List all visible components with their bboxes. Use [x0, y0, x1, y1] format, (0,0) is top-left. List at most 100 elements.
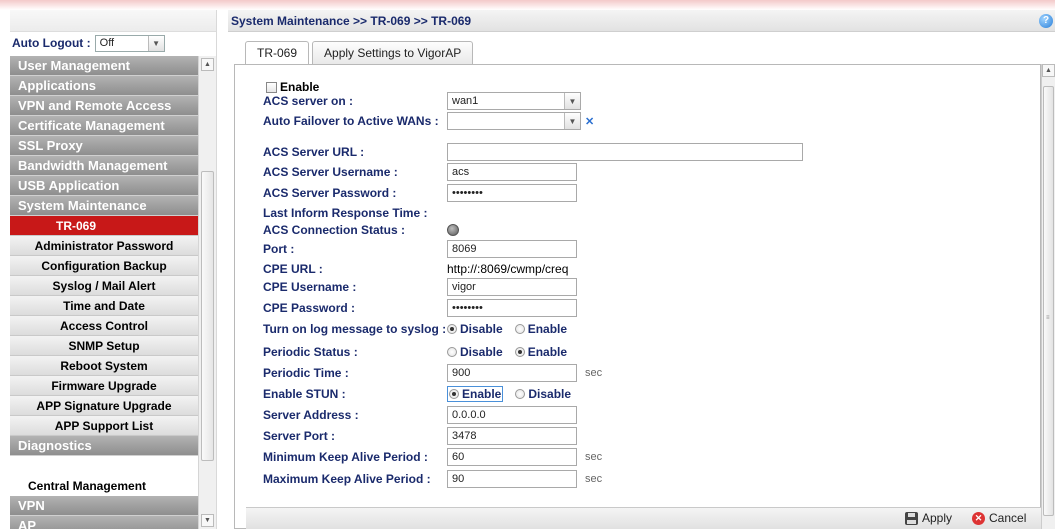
panel-scrollbar[interactable]: ▲ ≡ — [1041, 64, 1055, 529]
sidebar-item-diagnostics[interactable]: Diagnostics — [10, 436, 198, 456]
sidebar-item-applications[interactable]: Applications — [10, 76, 198, 96]
sidebar-item-vpn[interactable]: VPN — [10, 496, 198, 516]
max-keepalive-unit: sec — [585, 473, 603, 485]
row-port: Port : 8069 — [263, 240, 577, 258]
apply-label: Apply — [922, 511, 953, 525]
sidebar-item-ssl-proxy[interactable]: SSL Proxy — [10, 136, 198, 156]
sidebar-item-syslog-mail-alert[interactable]: Syslog / Mail Alert — [10, 276, 198, 296]
acs-username-input[interactable]: acs — [447, 163, 577, 181]
server-address-input[interactable]: 0.0.0.0 — [447, 406, 577, 424]
acs-server-on-value: wan1 — [452, 95, 479, 107]
row-log-syslog: Turn on log message to syslog : Disable … — [263, 320, 567, 338]
sidebar-item-certificate-management[interactable]: Certificate Management — [10, 116, 198, 136]
row-last-inform: Last Inform Response Time : — [263, 204, 447, 222]
periodic-status-disable-radio[interactable]: Disable — [447, 345, 503, 359]
scroll-up-icon[interactable]: ▲ — [1042, 64, 1055, 77]
log-syslog-disable-radio[interactable]: Disable — [447, 322, 503, 336]
label-server-address: Server Address : — [263, 408, 359, 422]
tab-bar: TR-069 Apply Settings to VigorAP — [245, 41, 476, 66]
sidebar-item-access-control[interactable]: Access Control — [10, 316, 198, 336]
sidebar-menu: User Management Applications VPN and Remot… — [10, 56, 198, 529]
cancel-icon: ✕ — [972, 511, 985, 525]
periodic-status-enable-label: Enable — [527, 345, 568, 359]
stun-enable-label: Enable — [462, 387, 502, 401]
sidebar-item-ap[interactable]: AP — [10, 516, 198, 529]
acs-server-on-select[interactable]: wan1 ▼ — [447, 92, 581, 110]
chevron-down-icon: ▼ — [564, 113, 580, 129]
clear-icon[interactable]: ✕ — [585, 115, 594, 128]
sidebar-item-time-and-date[interactable]: Time and Date — [10, 296, 198, 316]
auto-failover-select[interactable]: ▼ — [447, 112, 581, 130]
min-keepalive-input[interactable]: 60 — [447, 448, 577, 466]
label-log-syslog: Turn on log message to syslog : — [263, 322, 447, 336]
sidebar-item-vpn-and-remote-access[interactable]: VPN and Remote Access — [10, 96, 198, 116]
chevron-down-icon: ▼ — [564, 93, 580, 109]
top-banner-strip — [0, 0, 1055, 10]
label-acs-status: ACS Connection Status : — [263, 223, 406, 237]
port-input[interactable]: 8069 — [447, 240, 577, 258]
label-max-keepalive: Maximum Keep Alive Period : — [263, 472, 431, 486]
sidebar-item-firmware-upgrade[interactable]: Firmware Upgrade — [10, 376, 198, 396]
cpe-username-input[interactable]: vigor — [447, 278, 577, 296]
server-port-input[interactable]: 3478 — [447, 427, 577, 445]
sidebar-item-app-support-list[interactable]: APP Support List — [10, 416, 198, 436]
stun-disable-label: Disable — [528, 387, 572, 401]
stun-enable-radio[interactable]: Enable — [447, 386, 504, 402]
acs-password-input[interactable]: •••••••• — [447, 184, 577, 202]
label-server-port: Server Port : — [263, 429, 336, 443]
label-periodic-time: Periodic Time : — [263, 366, 349, 380]
enable-checkbox[interactable] — [266, 81, 277, 93]
row-cpe-password: CPE Password : •••••••• — [263, 299, 577, 317]
sidebar-item-administrator-password[interactable]: Administrator Password — [10, 236, 198, 256]
row-auto-failover: Auto Failover to Active WANs : ▼ ✕ — [263, 112, 594, 130]
sidebar-item-bandwidth-management[interactable]: Bandwidth Management — [10, 156, 198, 176]
save-disk-icon — [905, 511, 918, 525]
periodic-time-unit: sec — [585, 367, 603, 379]
sidebar-item-user-management[interactable]: User Management — [10, 56, 198, 76]
scroll-up-icon[interactable]: ▲ — [201, 58, 214, 71]
radio-selected-icon — [514, 347, 525, 357]
scroll-down-icon[interactable]: ▼ — [201, 514, 214, 527]
panel-scroll-thumb[interactable]: ≡ — [1043, 86, 1054, 516]
auto-logout-select[interactable]: Off ▼ — [94, 34, 165, 52]
sidebar-item-usb-application[interactable]: USB Application — [10, 176, 198, 196]
sidebar: Auto Logout : Off ▼ User Management Appli… — [10, 10, 217, 529]
log-syslog-disable-label: Disable — [460, 322, 503, 336]
sidebar-scrollbar[interactable]: ▲ ▼ — [198, 56, 216, 529]
max-keepalive-input[interactable]: 90 — [447, 470, 577, 488]
label-min-keepalive: Minimum Keep Alive Period : — [263, 450, 428, 464]
row-cpe-url: CPE URL : http://:8069/cwmp/creq — [263, 260, 568, 278]
row-server-port: Server Port : 3478 — [263, 427, 577, 445]
chevron-down-icon: ▼ — [147, 35, 164, 51]
radio-selected-icon — [449, 389, 459, 399]
sidebar-item-app-signature-upgrade[interactable]: APP Signature Upgrade — [10, 396, 198, 416]
help-icon[interactable]: ? — [1039, 14, 1053, 28]
stun-disable-radio[interactable]: Disable — [515, 387, 571, 401]
tab-tr069[interactable]: TR-069 — [245, 41, 310, 66]
row-periodic-status: Periodic Status : Disable Enable — [263, 343, 567, 361]
label-acs-password: ACS Server Password : — [263, 186, 397, 200]
sidebar-header — [10, 10, 216, 32]
tab-apply-settings-vigorap[interactable]: Apply Settings to VigorAP — [312, 41, 474, 65]
sidebar-scroll-thumb[interactable] — [201, 171, 214, 461]
cancel-button[interactable]: ✕ Cancel — [972, 511, 1026, 525]
label-last-inform: Last Inform Response Time : — [263, 206, 428, 220]
cpe-password-input[interactable]: •••••••• — [447, 299, 577, 317]
row-max-keepalive: Maximum Keep Alive Period : 90 sec — [263, 470, 602, 488]
row-server-address: Server Address : 0.0.0.0 — [263, 406, 577, 424]
acs-url-input[interactable] — [447, 143, 803, 161]
sidebar-item-snmp-setup[interactable]: SNMP Setup — [10, 336, 198, 356]
apply-button[interactable]: Apply — [905, 511, 952, 525]
sidebar-item-system-maintenance[interactable]: System Maintenance — [10, 196, 198, 216]
periodic-status-enable-radio[interactable]: Enable — [514, 345, 568, 359]
sidebar-item-reboot-system[interactable]: Reboot System — [10, 356, 198, 376]
periodic-time-input[interactable]: 900 — [447, 364, 577, 382]
log-syslog-enable-radio[interactable]: Enable — [514, 322, 567, 336]
periodic-status-disable-label: Disable — [460, 345, 503, 359]
row-enable-stun: Enable STUN : Enable Disable — [263, 385, 571, 403]
sidebar-item-configuration-backup[interactable]: Configuration Backup — [10, 256, 198, 276]
sidebar-item-central-management[interactable]: Central Management — [10, 476, 198, 496]
label-port: Port : — [263, 242, 295, 256]
breadcrumb: System Maintenance >> TR-069 >> TR-069 ? — [228, 10, 1055, 32]
sidebar-item-tr-069[interactable]: TR-069 — [10, 216, 198, 236]
